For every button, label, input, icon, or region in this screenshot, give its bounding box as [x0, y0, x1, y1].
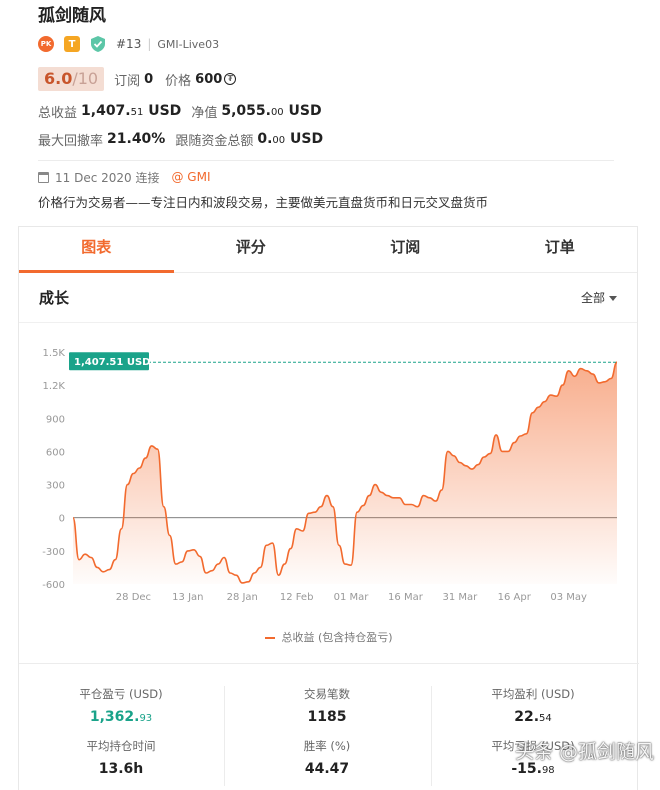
- content-card: 图表 评分 订阅 订单 成长 全部 1.5K 1.2K 900 600 300 0 -300…: [18, 226, 639, 790]
- column-divider: [224, 686, 225, 786]
- equity-label: 净值: [191, 105, 218, 121]
- trader-header: 孤剑随风 PK T #13 | GMI-Live03 6.0/10 订阅 0 价…: [38, 4, 628, 213]
- strategy-description: 价格行为交易者——专注日内和波段交易，主要做美元直盘货币和日元交叉盘货币: [38, 195, 489, 210]
- stat-avg-profit: 平均盈利 (USD) 22.54: [491, 687, 575, 725]
- verified-shield-icon: [90, 36, 106, 52]
- tab-subscribe[interactable]: 订阅: [328, 227, 483, 272]
- max-drawdown-value: 21.40%: [107, 131, 166, 147]
- x-tick-label: 13 Jan: [172, 592, 203, 603]
- score-badge: 6.0/10: [38, 67, 105, 91]
- y-tick-label: 1.2K: [43, 381, 66, 392]
- x-tick-label: 28 Jan: [227, 592, 258, 603]
- pk-badge-icon: PK: [38, 36, 54, 52]
- account-id: GMI-Live03: [157, 37, 220, 51]
- bottom-stats: 平仓盈亏 (USD) 1,362.93 交易笔数 1185 平均盈利 (USD)…: [19, 663, 639, 790]
- stat-closed-pl: 平仓盈亏 (USD) 1,362.93: [79, 687, 163, 725]
- price-label: 价格: [165, 73, 192, 89]
- tab-rating[interactable]: 评分: [174, 227, 329, 272]
- rating-row: 6.0/10 订阅 0 价格 600 ₮: [38, 66, 628, 92]
- broker-link[interactable]: @ GMI: [171, 170, 210, 184]
- trader-name: 孤剑随风: [38, 6, 106, 26]
- svg-text:1,407.51 USD: 1,407.51 USD: [74, 357, 150, 368]
- tab-chart[interactable]: 图表: [19, 227, 174, 273]
- y-tick-label: -300: [42, 547, 65, 558]
- x-tick-label: 16 Mar: [388, 592, 424, 603]
- y-tick-label: -600: [42, 580, 65, 591]
- follow-funds-value: 0.00 USD: [257, 131, 324, 147]
- growth-chart: 1.5K 1.2K 900 600 300 0 -300 -600 28 Dec 13 Jan 2…: [42, 348, 618, 603]
- growth-header: 成长 全部: [19, 273, 637, 323]
- section-title: 成长: [39, 289, 70, 307]
- y-tick-label: 1.5K: [43, 348, 66, 359]
- x-tick-label: 01 Mar: [334, 592, 370, 603]
- chevron-down-icon: [609, 296, 617, 301]
- drawdown-row: 最大回撤率 21.40% 跟随资金总额 0.00 USD: [38, 128, 628, 150]
- range-dropdown[interactable]: 全部: [581, 289, 617, 306]
- score-value: 6.0: [44, 69, 73, 88]
- t-badge-icon: T: [64, 36, 80, 52]
- y-tick-label: 300: [46, 481, 65, 492]
- connect-date: 11 Dec 2020 连接: [55, 170, 160, 185]
- follow-funds-label: 跟随资金总额: [175, 133, 254, 149]
- score-max: /10: [72, 69, 99, 88]
- watermark: 头条 @孤剑随风: [515, 741, 655, 763]
- price-value: 600: [195, 71, 223, 87]
- x-tick-label: 12 Feb: [280, 592, 314, 603]
- divider: [38, 160, 614, 161]
- y-tick-label: 600: [46, 447, 65, 458]
- column-divider: [431, 686, 432, 786]
- y-tick-label: 0: [59, 514, 65, 525]
- calendar-icon: [38, 171, 49, 183]
- separator: |: [147, 37, 152, 51]
- series-area: [73, 362, 617, 584]
- tab-orders[interactable]: 订单: [483, 227, 638, 272]
- stat-win-rate: 胜率 (%) 44.47: [303, 739, 351, 777]
- rank-label: #13: [116, 37, 142, 51]
- equity-value: 5,055.00 USD: [221, 103, 322, 119]
- legend-swatch: [265, 637, 276, 639]
- x-tick-label: 03 May: [550, 592, 587, 603]
- stat-avg-hold: 平均持仓时间 13.6h: [86, 739, 156, 777]
- total-profit-label: 总收益: [38, 105, 78, 121]
- badge-row: PK T #13 | GMI-Live03: [38, 34, 628, 54]
- y-tick-label: 900: [46, 414, 65, 425]
- subscribe-count: 0: [144, 71, 154, 87]
- x-tick-label: 28 Dec: [116, 592, 151, 603]
- tab-bar: 图表 评分 订阅 订单: [19, 227, 637, 273]
- last-value-label: 1,407.51 USD: [69, 352, 150, 371]
- connect-row: 11 Dec 2020 连接 @ GMI: [38, 167, 628, 187]
- x-tick-label: 31 Mar: [442, 592, 478, 603]
- coin-icon: ₮: [224, 73, 237, 85]
- stat-trades: 交易笔数 1185: [304, 687, 350, 725]
- max-drawdown-label: 最大回撤率: [38, 133, 104, 149]
- subscribe-label: 订阅: [114, 73, 141, 89]
- profit-row: 总收益 1,407.51 USD 净值 5,055.00 USD: [38, 100, 628, 122]
- total-profit-value: 1,407.51 USD: [81, 103, 182, 119]
- x-tick-label: 16 Apr: [498, 592, 532, 603]
- chart-legend[interactable]: 总收益 (包含持仓盈亏): [19, 629, 639, 645]
